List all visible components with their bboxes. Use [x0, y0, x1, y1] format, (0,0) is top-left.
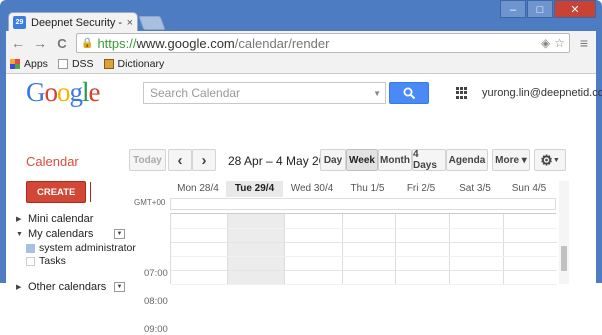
expand-triangle-icon: ▶ — [16, 216, 22, 223]
calendar-page: Google Search Calendar ▼ yurong.lin@deep… — [6, 73, 602, 335]
bookmarks-bar: Apps DSS Dictionary — [6, 55, 596, 73]
calendar-item-system-administrator[interactable]: system administrator — [26, 242, 136, 254]
more-button[interactable]: More ▾ — [492, 149, 530, 171]
day-header-tue[interactable]: Tue 29/4 — [226, 181, 283, 197]
tab-close-icon[interactable]: × — [127, 17, 133, 29]
browser-chrome: ← → C 🔒 https://www.google.com/calendar/… — [6, 31, 602, 335]
minimize-button[interactable]: – — [500, 0, 526, 18]
reload-icon[interactable]: C — [54, 36, 70, 51]
title-bar: 29 Deepnet Security - Calend × – □ ✕ — [0, 0, 602, 32]
view-week-button[interactable]: Week — [346, 149, 378, 171]
my-calendars-menu-icon[interactable]: ▼ — [114, 229, 125, 239]
bookmark-apps[interactable]: Apps — [10, 58, 48, 70]
lock-icon: 🔒 — [81, 37, 94, 49]
day-header-sat[interactable]: Sat 3/5 — [448, 181, 502, 197]
time-grid[interactable] — [170, 213, 557, 285]
search-options-chevron-icon[interactable]: ▼ — [373, 89, 381, 98]
mini-calendar-toggle[interactable]: ▶ Mini calendar — [16, 213, 93, 225]
calendar-item-tasks[interactable]: Tasks — [26, 255, 66, 267]
back-arrow-icon[interactable]: ← — [10, 35, 26, 51]
bookmark-dictionary[interactable]: Dictionary — [103, 58, 164, 70]
day-header-mon[interactable]: Mon 28/4 — [170, 181, 226, 197]
create-button[interactable]: CREATE ▼ — [26, 181, 102, 203]
day-header-thu[interactable]: Thu 1/5 — [341, 181, 394, 197]
calendar-color-swatch — [26, 243, 35, 253]
maximize-button[interactable]: □ — [527, 0, 553, 18]
new-tab-button[interactable] — [138, 16, 166, 30]
browser-tab[interactable]: 29 Deepnet Security - Calend × — [8, 12, 138, 32]
expand-triangle-icon: ▶ — [16, 284, 22, 291]
previous-button[interactable]: ‹ — [168, 149, 192, 171]
scrollbar-thumb[interactable] — [561, 246, 567, 271]
create-chevron-down-icon[interactable]: ▼ — [90, 182, 105, 202]
day-header-fri[interactable]: Fri 2/5 — [394, 181, 448, 197]
google-apps-icon[interactable] — [456, 87, 468, 99]
today-column — [227, 214, 284, 285]
window-controls: – □ ✕ — [500, 0, 596, 18]
browser-window: 29 Deepnet Security - Calend × – □ ✕ ← →… — [0, 0, 602, 335]
page-title: Calendar — [26, 154, 79, 169]
other-calendars-menu-icon[interactable]: ▼ — [114, 282, 125, 292]
next-button[interactable]: › — [192, 149, 216, 171]
view-agenda-button[interactable]: Agenda — [446, 149, 488, 171]
google-logo[interactable]: Google — [26, 77, 100, 108]
time-label: 07:00 — [144, 268, 168, 279]
bookmark-dss[interactable]: DSS — [57, 58, 94, 70]
scrollbar[interactable] — [559, 181, 569, 284]
address-bar[interactable]: 🔒 https://www.google.com/calendar/render… — [76, 33, 570, 53]
dictionary-icon — [103, 59, 114, 69]
calendar-favicon-icon: 29 — [13, 16, 26, 29]
all-day-row[interactable] — [170, 198, 556, 210]
calendar-color-swatch — [26, 256, 35, 266]
search-button[interactable] — [389, 82, 429, 104]
timezone-label: GMT+00 — [134, 198, 166, 207]
navigation-bar: ← → C 🔒 https://www.google.com/calendar/… — [6, 31, 596, 55]
extension-icon[interactable]: ◈ — [541, 36, 550, 50]
search-input[interactable]: Search Calendar ▼ — [143, 82, 386, 104]
forward-arrow-icon[interactable]: → — [32, 35, 48, 51]
day-header-wed[interactable]: Wed 30/4 — [283, 181, 341, 197]
week-grid: Mon 28/4 Tue 29/4 Wed 30/4 Thu 1/5 Fri 2… — [130, 181, 557, 335]
view-day-button[interactable]: Day — [320, 149, 346, 171]
url-text[interactable]: https://www.google.com/calendar/render — [97, 36, 537, 51]
day-header-sun[interactable]: Sun 4/5 — [502, 181, 556, 197]
user-account-link[interactable]: yurong.lin@deepnetid.com — [482, 87, 602, 99]
time-label: 08:00 — [144, 296, 168, 307]
menu-icon[interactable]: ≡ — [576, 35, 592, 51]
time-label: 09:00 — [144, 324, 168, 335]
close-window-button[interactable]: ✕ — [554, 0, 596, 18]
my-calendars-toggle[interactable]: ▼ My calendars — [16, 228, 93, 240]
bookmark-star-icon[interactable]: ☆ — [554, 36, 565, 50]
view-month-button[interactable]: Month — [378, 149, 412, 171]
today-button[interactable]: Today — [129, 149, 166, 171]
tab-title: Deepnet Security - Calend — [31, 16, 122, 29]
page-icon — [57, 59, 68, 69]
gear-icon: ⚙ — [540, 151, 553, 168]
view-4days-button[interactable]: 4 Days — [412, 149, 446, 171]
collapse-triangle-icon: ▼ — [16, 230, 23, 238]
settings-button[interactable]: ⚙ ▼ — [534, 149, 566, 171]
search-icon — [403, 87, 415, 99]
apps-grid-icon — [10, 59, 20, 69]
